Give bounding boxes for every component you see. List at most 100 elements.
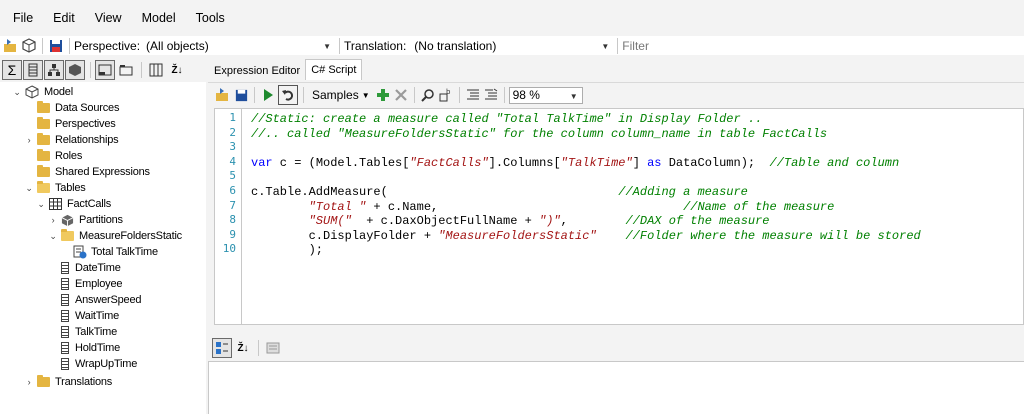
find-icon[interactable] xyxy=(420,87,436,103)
tree-label: WaitTime xyxy=(75,310,120,322)
code-comment: //Folder where the measure will be store… xyxy=(625,228,921,243)
tree-node-measure[interactable]: Total TalkTime xyxy=(73,244,158,260)
open-script-icon[interactable] xyxy=(215,87,231,103)
samples-dropdown[interactable]: Samples ▼ xyxy=(312,88,370,102)
show-hidden-icon[interactable] xyxy=(95,60,115,80)
chevron-down-icon[interactable]: ⌄ xyxy=(24,183,34,194)
categorized-view-icon[interactable] xyxy=(212,338,232,358)
deploy-icon[interactable] xyxy=(21,37,37,54)
tree-node-column[interactable]: HoldTime xyxy=(61,340,120,356)
show-hierarchies-icon[interactable] xyxy=(44,60,64,80)
chevron-down-icon: ▼ xyxy=(601,41,610,51)
tree-node-measure-folder[interactable]: ⌄ MeasureFoldersStatic xyxy=(48,228,182,244)
show-column-view-icon[interactable] xyxy=(146,60,166,80)
chevron-down-icon[interactable]: ⌄ xyxy=(48,231,58,242)
chevron-down-icon: ▼ xyxy=(569,91,578,101)
tree-node-model[interactable]: ⌄ Model xyxy=(12,84,73,100)
tree-node-factcalls[interactable]: ⌄ FactCalls xyxy=(36,196,111,212)
line-number: 3 xyxy=(229,140,236,154)
folder-icon xyxy=(37,149,50,161)
menu-view[interactable]: View xyxy=(95,11,122,25)
code-editor[interactable]: 1 2 3 4 5 6 7 8 9 10 //Static: create a … xyxy=(214,108,1024,325)
tree-node-shared-expressions[interactable]: Shared Expressions xyxy=(37,164,150,180)
folder-icon xyxy=(37,101,50,113)
tree-node-column[interactable]: TalkTime xyxy=(61,324,117,340)
show-columns-icon[interactable] xyxy=(23,60,43,80)
table-icon xyxy=(49,198,62,210)
toolbar-separator xyxy=(617,37,619,54)
code-string: "MeasureFoldersStatic" xyxy=(438,228,597,243)
tree-label: FactCalls xyxy=(67,198,112,210)
tab-expression-editor[interactable]: Expression Editor xyxy=(209,61,306,80)
tree-label: Total TalkTime xyxy=(91,246,158,258)
uncomment-lines-icon[interactable] xyxy=(483,87,499,103)
chevron-down-icon[interactable]: ⌄ xyxy=(12,87,22,98)
tree-label: MeasureFoldersStatic xyxy=(79,230,182,242)
tree-label: HoldTime xyxy=(75,342,121,354)
svg-text:b: b xyxy=(446,88,451,96)
output-panel[interactable] xyxy=(208,361,1024,414)
tree-node-column[interactable]: DateTime xyxy=(61,260,121,276)
column-icon xyxy=(61,310,69,322)
tree-toolbar: Σ Ž↓ xyxy=(0,58,206,82)
sort-alphabetical-icon[interactable]: Ž↓ xyxy=(233,338,253,358)
tree-node-perspectives[interactable]: Perspectives xyxy=(37,116,116,132)
tree-label: TalkTime xyxy=(75,326,117,338)
add-custom-action-icon[interactable] xyxy=(375,87,391,103)
toolbar-separator xyxy=(503,87,505,103)
tree-node-column[interactable]: WrapUpTime xyxy=(61,356,137,372)
tree-node-column[interactable]: WaitTime xyxy=(61,308,119,324)
comment-lines-icon[interactable] xyxy=(465,87,481,103)
undo-script-icon[interactable] xyxy=(278,85,298,105)
filter-input[interactable]: Filter xyxy=(622,39,649,53)
show-display-folders-icon[interactable] xyxy=(116,60,136,80)
code-text: ); xyxy=(251,243,324,258)
chevron-right-icon[interactable]: › xyxy=(48,215,58,225)
property-pages-icon[interactable] xyxy=(263,338,283,358)
tree-node-data-sources[interactable]: Data Sources xyxy=(37,100,119,116)
line-number: 1 xyxy=(229,111,236,124)
menu-file[interactable]: File xyxy=(13,11,33,25)
folder-icon xyxy=(37,165,50,177)
tree-node-column[interactable]: AnswerSpeed xyxy=(61,292,141,308)
code-line-1: //Static: create a measure called "Total… xyxy=(251,112,921,127)
save-script-icon[interactable] xyxy=(233,87,249,103)
zoom-value: 98 % xyxy=(512,88,540,102)
line-number: 2 xyxy=(229,125,236,139)
measure-icon xyxy=(73,245,87,259)
menu-model[interactable]: Model xyxy=(142,11,176,25)
toolbar-separator xyxy=(42,37,43,54)
show-measures-icon[interactable]: Σ xyxy=(2,60,22,80)
tab-csharp-script[interactable]: C# Script xyxy=(305,59,363,80)
tree-node-column[interactable]: Employee xyxy=(61,276,123,292)
sort-alphabetical-icon[interactable]: Ž↓ xyxy=(167,60,187,80)
replace-icon[interactable]: b xyxy=(438,87,454,103)
chevron-right-icon[interactable]: › xyxy=(24,377,34,387)
translation-select[interactable]: (No translation) ▼ xyxy=(414,39,613,53)
toolbar-separator xyxy=(141,62,142,78)
tree-label: Perspectives xyxy=(55,118,116,130)
delete-icon[interactable] xyxy=(393,87,409,103)
tree-label: Translations xyxy=(55,376,113,388)
tree-label: Employee xyxy=(75,278,123,290)
tree-node-roles[interactable]: Roles xyxy=(37,148,82,164)
tree-label: Partitions xyxy=(79,214,123,226)
folder-icon xyxy=(37,133,50,145)
zoom-select[interactable]: 98 % ▼ xyxy=(508,86,583,104)
tree-node-partitions[interactable]: › Partitions xyxy=(48,212,123,228)
menu-tools[interactable]: Tools xyxy=(196,11,225,25)
show-partitions-icon[interactable] xyxy=(65,60,85,80)
chevron-right-icon[interactable]: › xyxy=(24,135,34,145)
line-number: 10 xyxy=(222,242,236,256)
open-model-icon[interactable] xyxy=(3,38,19,54)
save-model-icon[interactable] xyxy=(48,38,64,54)
chevron-down-icon[interactable]: ⌄ xyxy=(36,199,46,210)
menu-edit[interactable]: Edit xyxy=(53,11,75,25)
tree-node-relationships[interactable]: › Relationships xyxy=(24,132,119,148)
perspective-select[interactable]: (All objects) ▼ xyxy=(146,39,335,53)
tree-label: Model xyxy=(44,86,73,98)
tree-node-tables[interactable]: ⌄ Tables xyxy=(24,180,86,196)
run-script-icon[interactable] xyxy=(260,87,276,103)
tree-node-translations[interactable]: › Translations xyxy=(24,374,112,390)
